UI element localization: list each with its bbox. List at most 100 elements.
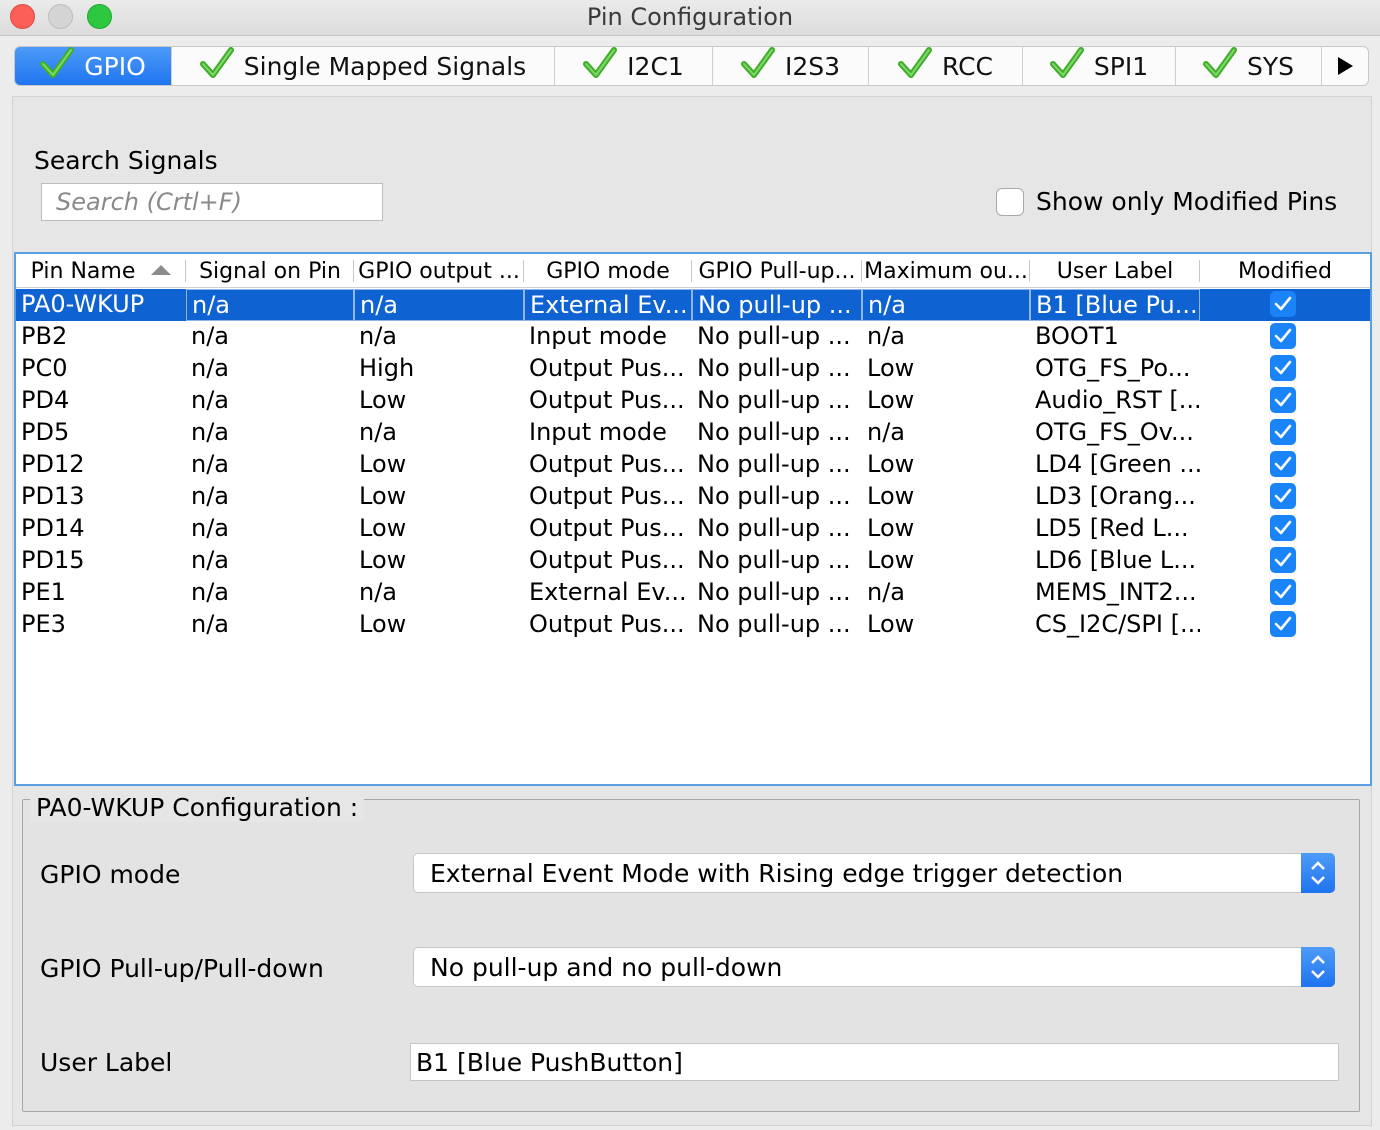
table-cell[interactable]: MEMS_INT2... — [1030, 577, 1200, 609]
up-down-chevron-icon[interactable] — [1301, 947, 1335, 987]
table-row[interactable]: PE1 n/a n/a External Ev... No pull-up ... n/a… — [16, 577, 1370, 609]
table-cell[interactable]: PD5 — [16, 417, 186, 449]
table-cell[interactable]: High — [354, 353, 524, 385]
table-cell[interactable]: n/a — [354, 321, 524, 353]
table-cell[interactable]: Low — [862, 385, 1030, 417]
tab-spi1[interactable]: SPI1 — [1023, 47, 1176, 85]
table-cell[interactable]: External Ev... — [524, 289, 692, 321]
table-row[interactable]: PB2 n/a n/a Input mode No pull-up ... n/a BOOT… — [16, 321, 1370, 353]
table-cell[interactable]: LD4 [Green ... — [1030, 449, 1200, 481]
table-cell[interactable]: BOOT1 — [1030, 321, 1200, 353]
table-cell[interactable]: No pull-up ... — [692, 449, 862, 481]
table-cell[interactable]: B1 [Blue Pu... — [1030, 289, 1200, 321]
table-cell[interactable]: Output Pus... — [524, 481, 692, 513]
table-cell[interactable]: n/a — [862, 289, 1030, 321]
table-cell[interactable]: Output Pus... — [524, 353, 692, 385]
table-cell[interactable]: No pull-up ... — [692, 481, 862, 513]
table-cell[interactable]: Low — [862, 449, 1030, 481]
table-cell[interactable]: No pull-up ... — [692, 289, 862, 321]
table-cell[interactable]: OTG_FS_Po... — [1030, 353, 1200, 385]
table-cell[interactable]: No pull-up ... — [692, 577, 862, 609]
table-cell[interactable]: n/a — [186, 353, 354, 385]
table-cell[interactable]: No pull-up ... — [692, 321, 862, 353]
table-cell[interactable]: Low — [354, 609, 524, 641]
table-row[interactable]: PD5 n/a n/a Input mode No pull-up ... n/a OTG_… — [16, 417, 1370, 449]
table-cell[interactable]: PD14 — [16, 513, 186, 545]
table-cell[interactable]: n/a — [186, 545, 354, 577]
table-cell[interactable]: Input mode — [524, 417, 692, 449]
table-cell[interactable]: n/a — [354, 417, 524, 449]
table-row[interactable]: PD4 n/a Low Output Pus... No pull-up ... Low A… — [16, 385, 1370, 417]
column-header-gpio-pull-up[interactable]: GPIO Pull-up... — [692, 254, 862, 288]
table-cell[interactable]: n/a — [186, 385, 354, 417]
table-cell[interactable]: PE3 — [16, 609, 186, 641]
table-row[interactable]: PD15 n/a Low Output Pus... No pull-up ... Low… — [16, 545, 1370, 577]
column-header-user-label[interactable]: User Label — [1030, 254, 1200, 288]
tab-gpio[interactable]: GPIO — [15, 47, 172, 85]
table-row[interactable]: PE3 n/a Low Output Pus... No pull-up ... Low C… — [16, 609, 1370, 641]
modified-checkbox[interactable] — [1270, 451, 1296, 477]
table-cell[interactable]: n/a — [862, 321, 1030, 353]
table-row[interactable]: PD12 n/a Low Output Pus... No pull-up ... Low… — [16, 449, 1370, 481]
table-cell[interactable]: n/a — [186, 449, 354, 481]
modified-checkbox[interactable] — [1270, 355, 1296, 381]
table-row[interactable]: PD14 n/a Low Output Pus... No pull-up ... Low… — [16, 513, 1370, 545]
column-header-modified[interactable]: Modified — [1200, 254, 1370, 288]
up-down-chevron-icon[interactable] — [1301, 853, 1335, 893]
table-cell[interactable]: External Ev... — [524, 577, 692, 609]
search-input[interactable] — [41, 183, 383, 221]
modified-checkbox[interactable] — [1270, 515, 1296, 541]
table-cell[interactable]: CS_I2C/SPI [... — [1030, 609, 1200, 641]
table-cell[interactable]: PD12 — [16, 449, 186, 481]
table-cell[interactable]: Low — [862, 609, 1030, 641]
table-cell[interactable]: Audio_RST [... — [1030, 385, 1200, 417]
modified-checkbox[interactable] — [1270, 579, 1296, 605]
modified-checkbox[interactable] — [1270, 611, 1296, 637]
table-cell[interactable]: Low — [862, 481, 1030, 513]
modified-checkbox[interactable] — [1270, 547, 1296, 573]
checkbox-box[interactable] — [996, 187, 1024, 216]
table-cell[interactable]: Output Pus... — [524, 449, 692, 481]
table-cell[interactable]: Output Pus... — [524, 609, 692, 641]
table-cell[interactable]: No pull-up ... — [692, 513, 862, 545]
table-cell[interactable]: Low — [354, 385, 524, 417]
tab-i2s3[interactable]: I2S3 — [713, 47, 869, 85]
table-cell[interactable]: No pull-up ... — [692, 609, 862, 641]
table-cell[interactable]: n/a — [186, 481, 354, 513]
gpio-pull-select[interactable]: No pull-up and no pull-down — [413, 947, 1335, 987]
modified-checkbox[interactable] — [1270, 387, 1296, 413]
table-cell[interactable]: n/a — [354, 289, 524, 321]
column-header-gpio-mode[interactable]: GPIO mode — [524, 254, 692, 288]
tab-i2c1[interactable]: I2C1 — [555, 47, 713, 85]
table-cell[interactable]: n/a — [186, 289, 354, 321]
modified-checkbox[interactable] — [1270, 483, 1296, 509]
table-cell[interactable]: No pull-up ... — [692, 545, 862, 577]
table-row[interactable]: PD13 n/a Low Output Pus... No pull-up ... Low… — [16, 481, 1370, 513]
modified-checkbox[interactable] — [1270, 419, 1296, 445]
table-cell[interactable]: PB2 — [16, 321, 186, 353]
table-cell[interactable]: Low — [862, 513, 1030, 545]
column-header-signal-on-pin[interactable]: Signal on Pin — [186, 254, 354, 288]
table-row[interactable]: PA0-WKUP n/a n/a External Ev... No pull-up .… — [16, 289, 1370, 321]
table-cell[interactable]: PE1 — [16, 577, 186, 609]
table-cell[interactable]: PC0 — [16, 353, 186, 385]
tab-rcc[interactable]: RCC — [869, 47, 1023, 85]
table-cell[interactable]: OTG_FS_Ov... — [1030, 417, 1200, 449]
table-cell[interactable]: PA0-WKUP — [16, 289, 186, 321]
user-label-field[interactable]: B1 [Blue PushButton] — [410, 1043, 1339, 1081]
table-cell[interactable]: No pull-up ... — [692, 417, 862, 449]
show-only-modified-checkbox[interactable]: Show only Modified Pins — [996, 187, 1337, 216]
tab-single-mapped-signals[interactable]: Single Mapped Signals — [172, 47, 555, 85]
table-cell[interactable]: n/a — [186, 513, 354, 545]
table-cell[interactable]: LD3 [Orang... — [1030, 481, 1200, 513]
table-cell[interactable]: No pull-up ... — [692, 353, 862, 385]
tab-sys[interactable]: SYS — [1176, 47, 1322, 85]
column-header-gpio-output[interactable]: GPIO output ... — [354, 254, 524, 288]
table-cell[interactable]: Low — [354, 513, 524, 545]
table-cell[interactable]: Low — [354, 449, 524, 481]
table-cell[interactable]: n/a — [354, 577, 524, 609]
column-header-maximum-ou[interactable]: Maximum ou... — [862, 254, 1030, 288]
table-cell[interactable]: Low — [862, 545, 1030, 577]
modified-checkbox[interactable] — [1270, 323, 1296, 349]
table-cell[interactable]: n/a — [186, 609, 354, 641]
